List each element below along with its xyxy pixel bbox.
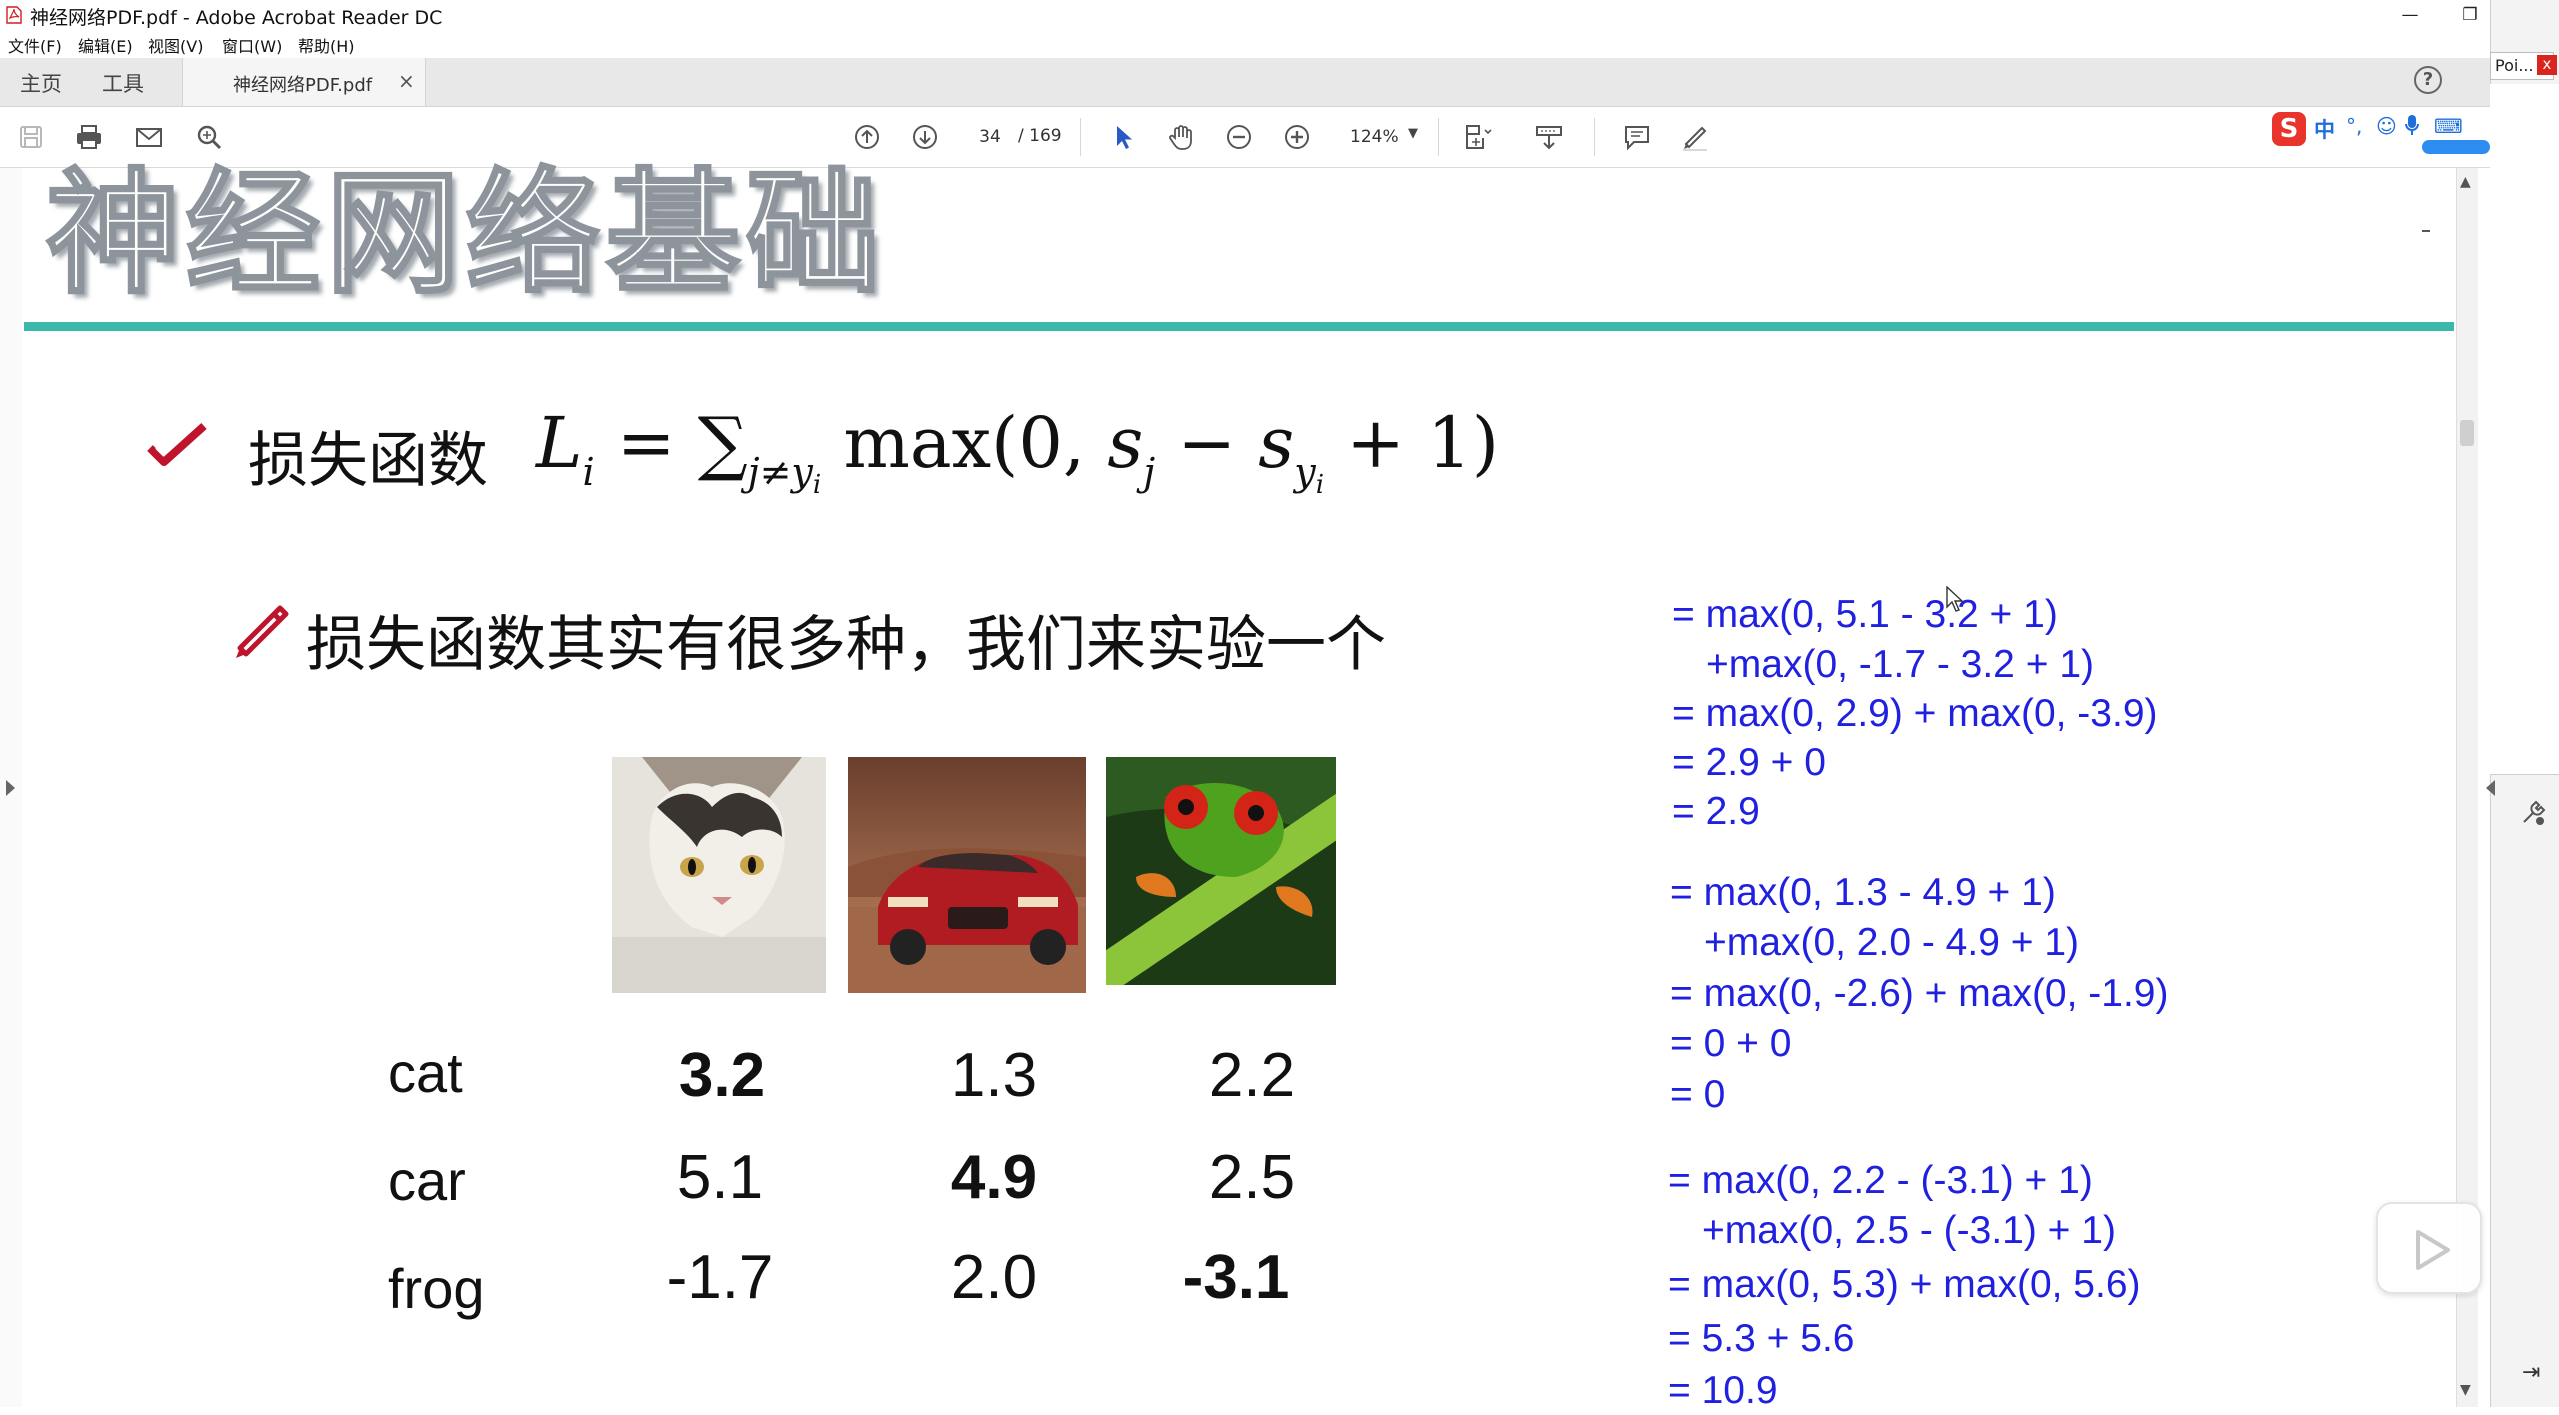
collapse-right-panel-icon[interactable] [2486,780,2495,796]
slide-title: 神经网络基础 [44,156,887,312]
score-cell: 1.3 [950,1041,1038,1110]
scroll-mode-icon[interactable] [1532,120,1566,154]
acrobat-app-icon [6,6,22,24]
score-cell: 2.5 [1208,1143,1296,1212]
score-cell: -1.7 [666,1243,774,1312]
menu-help[interactable]: 帮助(H) [298,33,355,57]
scrollbar-thumb[interactable] [2460,420,2474,446]
menu-file[interactable]: 文件(F) [8,33,62,57]
tab-tools[interactable]: 工具 [102,68,144,98]
page-number-input[interactable] [966,122,1014,152]
row-label-frog: frog [388,1257,485,1320]
tools-wrench-icon[interactable] [2520,800,2548,828]
calc-line: +max(0, -1.7 - 3.2 + 1) [1706,643,2095,686]
tab-document[interactable]: 神经网络PDF.pdf × [182,58,426,106]
email-icon[interactable] [132,120,166,154]
calc-line: = 0 + 0 [1670,1022,1792,1065]
title-divider [24,322,2454,331]
score-cell: 2.0 [950,1243,1038,1312]
menu-view[interactable]: 视图(V) [148,33,203,57]
calc-line: = max(0, 2.9) + max(0, -3.9) [1672,692,2158,735]
checkmark-icon [147,423,207,466]
fit-page-icon[interactable] [1460,120,1494,154]
window-title: 神经网络PDF.pdf - Adobe Acrobat Reader DC [30,7,443,29]
page-mark [2422,230,2430,232]
side-pane-content [2490,84,2559,775]
calc-line: +max(0, 2.0 - 4.9 + 1) [1704,921,2080,964]
ime-punctuation-icon[interactable]: °, [2346,114,2362,138]
scroll-up-icon[interactable]: ▲ [2460,174,2471,190]
calc-line: = max(0, 5.1 - 3.2 + 1) [1672,593,2058,636]
help-icon[interactable]: ? [2414,66,2442,94]
page-up-icon[interactable] [850,120,884,154]
ime-mic-icon[interactable] [2404,114,2420,141]
restore-icon: ❐ [2462,5,2478,25]
play-icon [2416,1230,2450,1270]
row-label-car: car [388,1149,466,1212]
chevron-down-icon[interactable]: ▼ [1408,126,1418,141]
page-total: / 169 [1018,126,1062,146]
calc-line: = max(0, 1.3 - 4.9 + 1) [1670,871,2056,914]
row-label-cat: cat [388,1041,463,1104]
mouse-cursor-icon [1946,586,1964,612]
calc-line: = 10.9 [1668,1369,1778,1412]
zoom-level-select[interactable]: 124% [1340,121,1432,153]
calc-line: = max(0, -2.6) + max(0, -1.9) [1670,972,2169,1015]
toolbar-divider [1080,118,1081,156]
side-pane-close-icon[interactable]: x [2537,55,2557,75]
calc-line: = max(0, 2.2 - (-3.1) + 1) [1668,1159,2093,1202]
score-cell: 3.2 [678,1041,766,1110]
minimize-icon: — [2401,5,2419,25]
expand-left-panel-icon[interactable] [6,780,15,796]
scroll-down-icon[interactable]: ▼ [2460,1382,2471,1398]
comment-icon[interactable] [1620,120,1654,154]
zoom-out-icon[interactable] [1222,120,1256,154]
calc-line: = 5.3 + 5.6 [1668,1317,1855,1360]
save-icon[interactable] [14,120,48,154]
tab-home[interactable]: 主页 [20,68,62,98]
ime-toolbar: S 中 °, ☺ ⌨ [2272,110,2490,154]
menu-window[interactable]: 窗口(W) [222,33,282,57]
score-cell: 4.9 [950,1143,1038,1212]
calc-line: = 2.9 [1672,790,1760,833]
ime-emoji-icon[interactable]: ☺ [2376,114,2397,138]
close-tab-icon[interactable]: × [398,69,415,93]
subheading: 损失函数其实有很多种，我们来实验一个 [306,610,1386,680]
ime-mode-toggle[interactable]: 中 [2314,114,2335,144]
pencil-icon [236,605,289,658]
hand-icon[interactable] [1164,120,1198,154]
toolbar-divider [1438,118,1439,156]
score-cell: 5.1 [676,1143,764,1212]
zoom-in-icon[interactable] [1280,120,1314,154]
document-tab-label: 神经网络PDF.pdf [233,75,373,96]
calc-line: = 0 [1670,1073,1726,1116]
menu-edit[interactable]: 编辑(E) [78,33,133,57]
menu-bar [0,30,2490,58]
hinge-loss-formula: Li = ∑j≠yi max(0, sj − syi + 1) [536,402,1500,500]
cat-image [612,757,826,993]
calc-line: = max(0, 5.3) + max(0, 5.6) [1668,1263,2141,1306]
ime-keyboard-icon[interactable]: ⌨ [2434,114,2463,138]
car-image [848,757,1086,993]
ime-skin-bar [2422,140,2490,154]
search-icon[interactable] [192,120,226,154]
page-down-icon[interactable] [908,120,942,154]
sogou-logo-icon[interactable]: S [2272,112,2306,146]
calc-line: +max(0, 2.5 - (-3.1) + 1) [1702,1209,2116,1252]
pin-panel-icon[interactable]: ⇥ [2522,1360,2540,1385]
score-cell: 2.2 [1208,1041,1296,1110]
toolbar-divider [1594,118,1595,156]
print-icon[interactable] [72,120,106,154]
select-arrow-icon[interactable] [1106,120,1140,154]
score-cell: -3.1 [1182,1243,1290,1312]
minimize-button[interactable]: — [2380,0,2440,30]
loss-function-label: 损失函数 [248,426,488,496]
floating-play-button[interactable] [2376,1202,2482,1294]
frog-image [1106,757,1336,985]
highlight-pen-icon[interactable] [1678,120,1712,154]
calc-line: = 2.9 + 0 [1672,741,1826,784]
